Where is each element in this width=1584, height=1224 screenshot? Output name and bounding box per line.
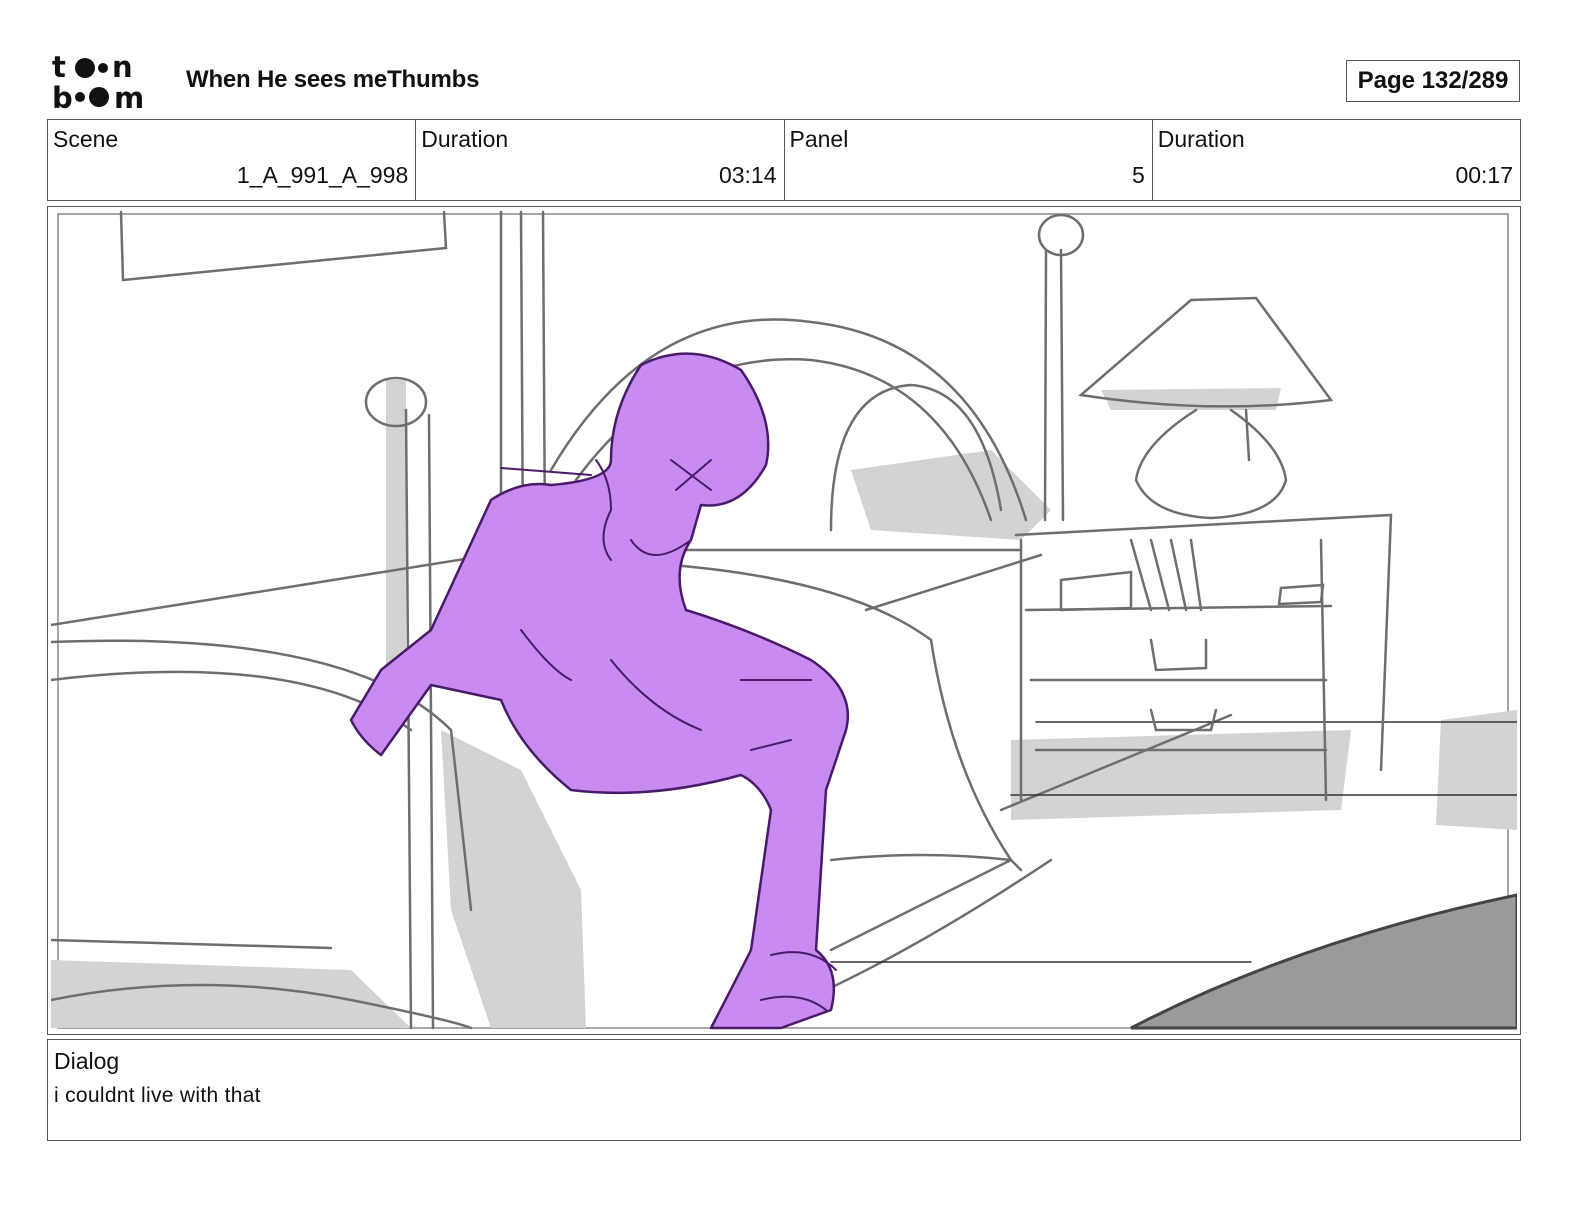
toon-boom-logo: t n b m [52, 52, 144, 110]
scene-cell: Scene 1_A_991_A_998 [48, 120, 415, 200]
character-figure [349, 352, 850, 1030]
panel-duration-label: Duration [1157, 126, 1245, 152]
scene-duration-label: Duration [421, 126, 509, 152]
scene-duration-value: 03:14 [718, 162, 777, 188]
panel-duration-cell: Duration 00:17 [1151, 120, 1520, 200]
dialog-text: i couldnt live with that [54, 1084, 261, 1107]
scene-value: 1_A_991_A_998 [236, 162, 409, 188]
scene-duration-cell: Duration 03:14 [415, 120, 783, 200]
panel-duration-value: 00:17 [1455, 162, 1513, 188]
panel-cell: Panel 5 [783, 120, 1152, 200]
panel-info-row: Scene 1_A_991_A_998 Duration 03:14 Panel… [47, 119, 1521, 201]
scene-label: Scene [53, 126, 119, 152]
svg-text:t: t [52, 52, 66, 84]
svg-text:b: b [52, 81, 73, 110]
dialog-label: Dialog [54, 1048, 120, 1074]
document-title: When He sees meThumbs [186, 66, 480, 93]
svg-text:n: n [112, 52, 133, 84]
svg-text:m: m [114, 81, 144, 110]
panel-value: 5 [1131, 162, 1145, 188]
storyboard-sketch [51, 210, 1517, 1030]
panel-label: Panel [789, 126, 849, 152]
page-indicator: Page 132/289 [1346, 60, 1520, 102]
dialog-box: Dialog i couldnt live with that [47, 1039, 1521, 1141]
